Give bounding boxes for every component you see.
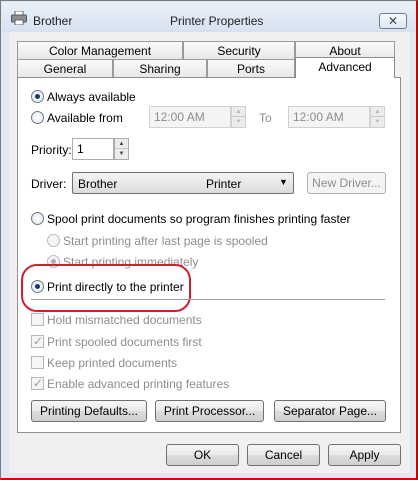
- hold-mismatched-label: Hold mismatched documents: [47, 313, 202, 327]
- ok-button[interactable]: OK: [166, 444, 239, 466]
- priority-label: Priority:: [31, 143, 72, 157]
- printer-properties-window: Brother Printer Properties ✕ Color Manag…: [0, 0, 418, 480]
- cancel-button[interactable]: Cancel: [247, 444, 320, 466]
- priority-spinner[interactable]: ▲ ▼: [114, 138, 129, 160]
- spin-up-icon: ▲: [371, 107, 384, 117]
- always-available-label: Always available: [47, 90, 136, 104]
- from-time-spinner[interactable]: ▲ ▼: [231, 106, 246, 128]
- available-from-label: Available from: [47, 111, 123, 125]
- available-to-time[interactable]: 12:00 AM: [288, 106, 370, 128]
- priority-field[interactable]: 1: [72, 138, 114, 160]
- spool-label: Spool print documents so program finishe…: [47, 212, 351, 226]
- panel-content: Always available Available from 12:00 AM…: [1, 1, 418, 480]
- driver-select[interactable]: Brother Printer ▼: [72, 172, 294, 194]
- start-after-last-page-radio[interactable]: [47, 234, 60, 247]
- to-label: To: [259, 111, 272, 125]
- chevron-down-icon: ▼: [279, 177, 288, 187]
- start-after-last-page-label: Start printing after last page is spoole…: [63, 234, 268, 248]
- advanced-features-checkbox[interactable]: [31, 376, 44, 390]
- advanced-features-label: Enable advanced printing features: [47, 377, 230, 391]
- new-driver-button[interactable]: New Driver...: [307, 172, 386, 194]
- to-time-spinner[interactable]: ▲ ▼: [370, 106, 385, 128]
- red-highlight-annotation: [21, 264, 191, 312]
- driver-name: Brother: [78, 177, 118, 191]
- apply-button[interactable]: Apply: [328, 444, 401, 466]
- print-spooled-first-checkbox[interactable]: [31, 334, 44, 348]
- hold-mismatched-checkbox[interactable]: [31, 313, 44, 326]
- spin-up-icon: ▲: [115, 139, 128, 149]
- printing-defaults-button[interactable]: Printing Defaults...: [31, 400, 147, 422]
- spin-down-icon: ▼: [235, 119, 242, 125]
- spin-up-icon: ▲: [232, 107, 245, 117]
- always-available-radio[interactable]: [31, 90, 44, 103]
- available-from-radio[interactable]: [31, 111, 44, 124]
- spool-radio[interactable]: [31, 212, 44, 225]
- spin-down-icon: ▼: [374, 119, 381, 125]
- keep-printed-checkbox[interactable]: [31, 356, 44, 369]
- available-from-time[interactable]: 12:00 AM: [149, 106, 231, 128]
- driver-type: Printer: [206, 177, 242, 191]
- keep-printed-label: Keep printed documents: [47, 356, 178, 370]
- separator-page-button[interactable]: Separator Page...: [274, 400, 386, 422]
- spin-down-icon: ▼: [118, 151, 125, 157]
- print-spooled-first-label: Print spooled documents first: [47, 335, 202, 349]
- driver-label: Driver:: [31, 177, 67, 191]
- divider: [31, 299, 385, 300]
- print-processor-button[interactable]: Print Processor...: [155, 400, 264, 422]
